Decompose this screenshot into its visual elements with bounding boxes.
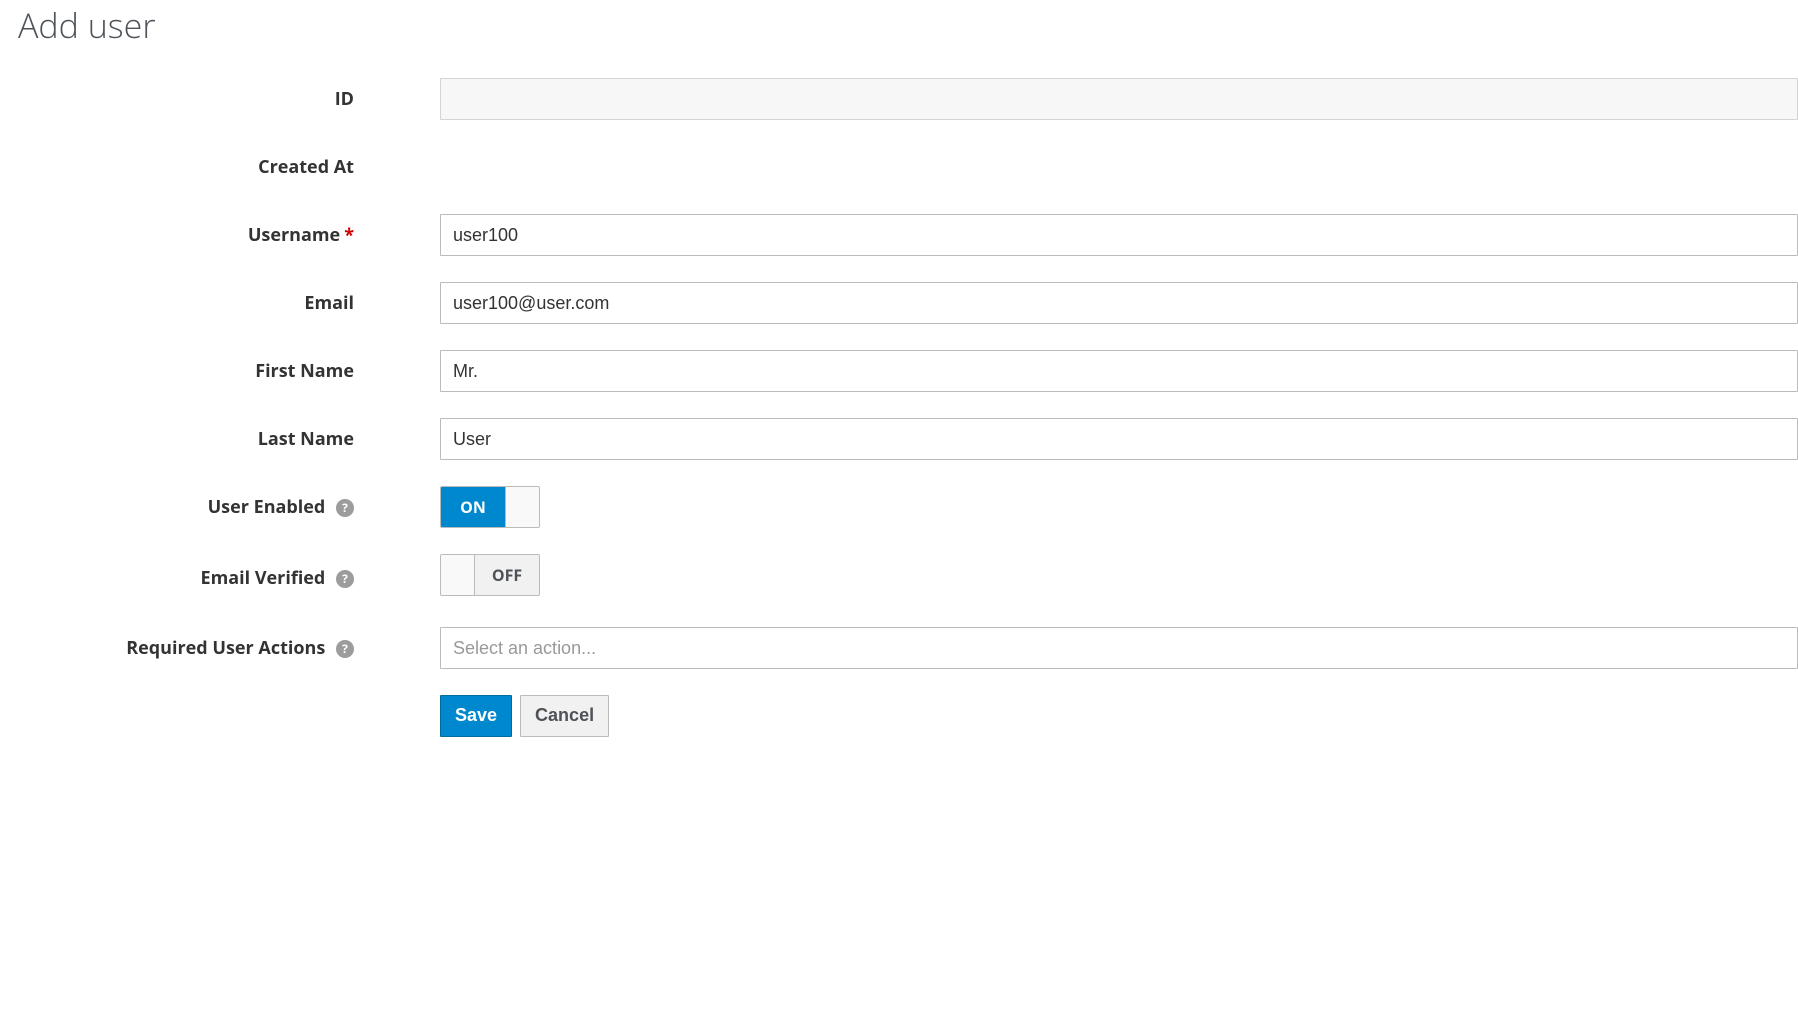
row-buttons: Save Cancel bbox=[0, 695, 1798, 737]
row-id: ID bbox=[0, 78, 1798, 120]
label-email-verified: Email Verified ? bbox=[0, 566, 376, 590]
label-user-enabled: User Enabled ? bbox=[0, 495, 376, 519]
label-created-at: Created At bbox=[0, 155, 376, 179]
page-title: Add user bbox=[18, 0, 1798, 48]
row-user-enabled: User Enabled ? ON bbox=[0, 486, 1798, 528]
label-first-name: First Name bbox=[0, 359, 376, 383]
row-last-name: Last Name bbox=[0, 418, 1798, 460]
add-user-form: ID Created At Username* Email First Name bbox=[0, 78, 1798, 737]
first-name-field[interactable] bbox=[440, 350, 1798, 392]
row-required-actions: Required User Actions ? bbox=[0, 627, 1798, 669]
toggle-on-label: ON bbox=[441, 487, 505, 527]
row-email: Email bbox=[0, 282, 1798, 324]
toggle-handle bbox=[441, 555, 475, 595]
label-username: Username* bbox=[0, 223, 376, 247]
row-email-verified: Email Verified ? OFF bbox=[0, 554, 1798, 601]
label-id: ID bbox=[0, 87, 376, 111]
email-verified-toggle[interactable]: OFF bbox=[440, 554, 540, 596]
username-field[interactable] bbox=[440, 214, 1798, 256]
row-first-name: First Name bbox=[0, 350, 1798, 392]
last-name-field[interactable] bbox=[440, 418, 1798, 460]
save-button[interactable]: Save bbox=[440, 695, 512, 736]
cancel-button[interactable]: Cancel bbox=[520, 695, 609, 736]
label-email: Email bbox=[0, 291, 376, 315]
email-field[interactable] bbox=[440, 282, 1798, 324]
help-icon[interactable]: ? bbox=[336, 499, 354, 517]
toggle-off-label: OFF bbox=[475, 555, 539, 595]
user-enabled-toggle[interactable]: ON bbox=[440, 486, 540, 528]
help-icon[interactable]: ? bbox=[336, 570, 354, 588]
required-indicator-icon: * bbox=[344, 223, 354, 247]
toggle-handle bbox=[505, 487, 539, 527]
label-required-actions: Required User Actions ? bbox=[0, 636, 376, 660]
row-username: Username* bbox=[0, 214, 1798, 256]
row-created-at: Created At bbox=[0, 146, 1798, 188]
required-actions-select[interactable] bbox=[440, 627, 1798, 669]
id-field bbox=[440, 78, 1798, 120]
label-last-name: Last Name bbox=[0, 427, 376, 451]
help-icon[interactable]: ? bbox=[336, 640, 354, 658]
